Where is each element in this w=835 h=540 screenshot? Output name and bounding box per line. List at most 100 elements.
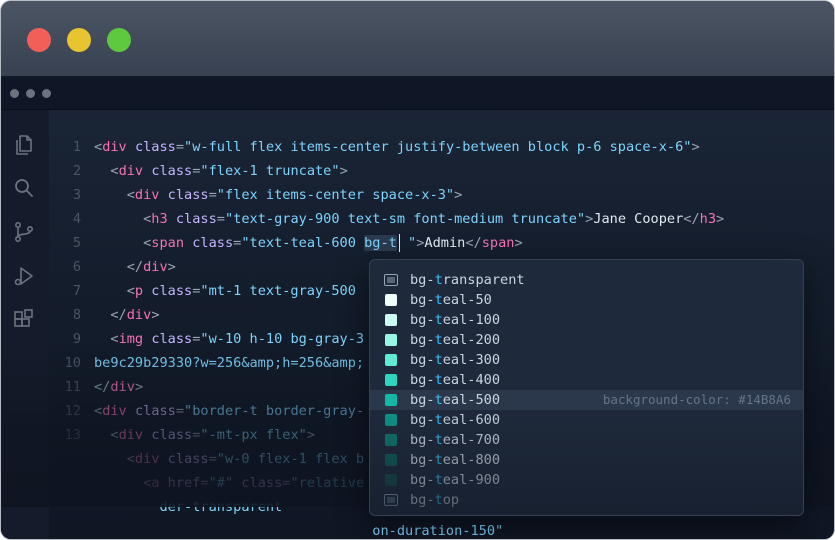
code-token: > <box>691 139 700 155</box>
color-swatch-icon <box>385 334 397 346</box>
code-token: "mt-1 text-gray-500 <box>200 283 356 299</box>
code-token: < <box>94 163 119 179</box>
line-number: 6 <box>72 259 81 275</box>
line-source: </div> <box>94 255 176 279</box>
code-token: > <box>134 379 144 395</box>
color-swatch-icon <box>385 294 397 306</box>
minimize-button[interactable] <box>67 28 91 52</box>
code-token: < <box>94 235 152 251</box>
suggestion-label: bg-top <box>410 490 459 510</box>
line-source: </div> <box>94 375 143 399</box>
more-dot-icon[interactable] <box>42 89 51 98</box>
code-token: "-mt-px flex" <box>200 427 307 443</box>
suggestion-match: t <box>434 312 443 328</box>
suggestion-label: bg-teal-900 <box>410 470 500 490</box>
suggestion-rest: eal-700 <box>442 432 501 448</box>
suggestion-label: bg-teal-500 <box>410 390 500 410</box>
line-number: 11 <box>64 379 81 395</box>
line-source: <div class="-mt-px flex"> <box>94 423 315 447</box>
suggestion-item[interactable]: bg-teal-600 <box>370 410 803 430</box>
suggestion-item[interactable]: bg-teal-800 <box>370 450 803 470</box>
suggestion-match: t <box>434 472 443 488</box>
suggestion-prefix: bg- <box>410 332 435 348</box>
code-token: < <box>94 451 135 467</box>
code-token: Jane Cooper <box>593 211 684 227</box>
code-token: "text-gray-900 text-sm font-medium trunc… <box>224 211 586 227</box>
code-token: "w-full flex items-center justify-betwee… <box>184 139 692 155</box>
suggestion-label: bg-teal-600 <box>410 410 500 430</box>
color-swatch-icon <box>385 474 397 486</box>
code-token: div <box>102 139 127 155</box>
source-control-icon[interactable] <box>12 220 36 244</box>
suggestion-item[interactable]: bg-teal-500 background-color: #14B8A6 <box>370 390 803 410</box>
line-number: 8 <box>72 307 81 323</box>
code-token: div <box>134 187 160 203</box>
code-token: "flex items-center space-x-3" <box>216 187 455 203</box>
suggestion-item[interactable]: bg-teal-300 <box>370 350 803 370</box>
more-dot-icon[interactable] <box>10 89 19 98</box>
code-token: = <box>200 475 209 491</box>
code-token: < <box>94 427 119 443</box>
suggestion-rest: op <box>442 492 460 508</box>
code-token: = <box>216 211 225 227</box>
suggestion-item[interactable]: bg-teal-900 <box>370 470 803 490</box>
line-number: 10 <box>64 355 81 371</box>
line-source: <p class="mt-1 text-gray-500 <box>94 279 356 303</box>
code-token: > <box>151 307 160 323</box>
files-icon[interactable] <box>12 133 36 157</box>
suggestion-prefix: bg- <box>410 452 435 468</box>
code-token: div <box>118 163 144 179</box>
suggestion-item[interactable]: bg-teal-50 <box>370 290 803 310</box>
color-swatch-icon <box>385 414 397 426</box>
suggestion-item[interactable]: bg-top <box>370 490 803 510</box>
suggestion-label: bg-teal-200 <box>410 330 500 350</box>
close-button[interactable] <box>27 28 51 52</box>
suggestion-match: t <box>434 332 443 348</box>
line-source: be9c29b29330?w=256&amp;h=256&amp; <box>94 351 364 375</box>
maximize-button[interactable] <box>107 28 131 52</box>
color-swatch-icon <box>385 314 397 326</box>
suggestion-item[interactable]: bg-teal-400 <box>370 370 803 390</box>
suggestion-item[interactable]: bg-teal-700 <box>370 430 803 450</box>
code-token: " <box>399 235 417 251</box>
code-token: h3 <box>151 211 168 227</box>
code-token: be9c29b29330?w=256&amp;h=256&amp; <box>94 355 365 371</box>
suggestion-item[interactable]: bg-teal-200 <box>370 330 803 350</box>
code-token: span <box>481 235 515 251</box>
extensions-icon[interactable] <box>12 308 36 332</box>
code-token: class <box>151 283 193 299</box>
more-dot-icon[interactable] <box>26 89 35 98</box>
code-token: class <box>167 451 209 467</box>
suggestion-match: t <box>434 392 443 408</box>
suggestion-rest: eal-50 <box>442 292 492 308</box>
code-token: = <box>175 139 185 155</box>
typed-selection: bg-t <box>364 235 397 251</box>
code-token: div <box>118 427 144 443</box>
suggestion-item[interactable]: bg-transparent <box>370 270 803 290</box>
code-token: img <box>118 331 144 347</box>
code-token: "#" <box>208 475 234 491</box>
code-token: > <box>716 211 725 227</box>
code-token: < <box>94 187 135 203</box>
color-swatch-icon <box>385 354 397 366</box>
code-token: "w-10 h-10 bg-gray-3 <box>200 331 365 347</box>
run-debug-icon[interactable] <box>12 264 36 288</box>
code-token: div <box>102 403 127 419</box>
line-source: <h3 class="text-gray-900 text-sm font-me… <box>94 207 724 231</box>
autocomplete-popup[interactable]: bg-transparent bg-teal-50 bg-teal-100 bg-te… <box>369 259 804 516</box>
suggestion-item[interactable]: bg-teal-100 <box>370 310 803 330</box>
code-token: h3 <box>699 211 717 227</box>
suggestion-rest: eal-100 <box>442 312 501 328</box>
code-token: div <box>134 451 160 467</box>
code-token: class <box>175 211 217 227</box>
search-icon[interactable] <box>12 176 36 200</box>
tab-strip <box>1 77 834 110</box>
code-token: div <box>143 259 168 275</box>
code-token: </ <box>94 259 144 275</box>
code-token: </ <box>94 307 127 323</box>
code-token: "w-0 flex-1 flex b <box>216 451 365 467</box>
